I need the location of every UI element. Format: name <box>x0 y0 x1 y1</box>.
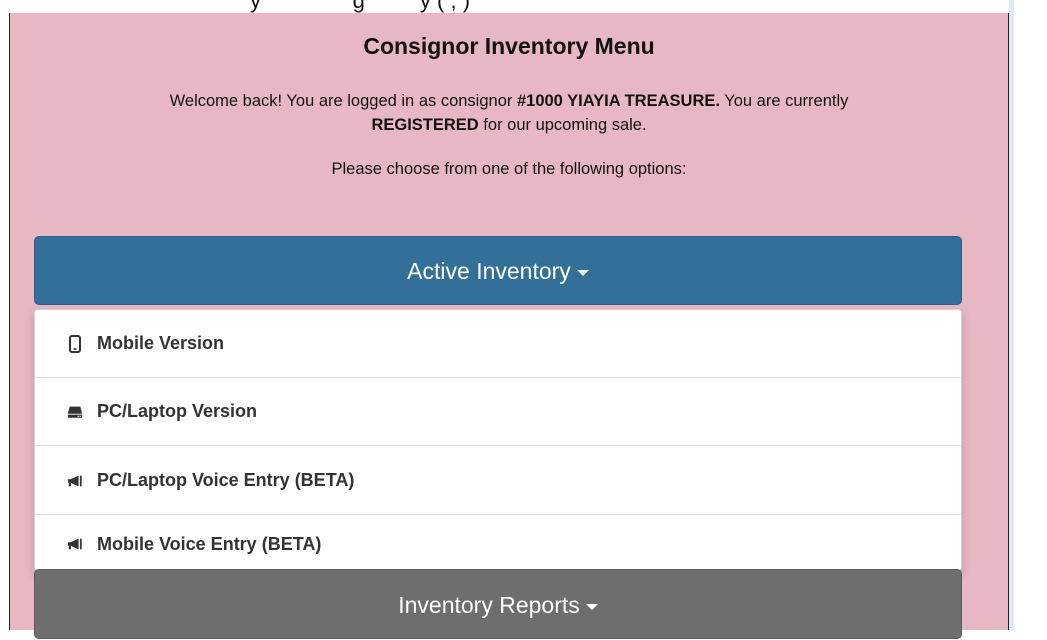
menu-item-label: Mobile Version <box>97 333 225 353</box>
consignor-name: #1000 YIAYIA TREASURE. <box>516 92 720 110</box>
bullhorn-icon <box>67 535 83 553</box>
menu-item-pc-laptop-version[interactable]: PC/Laptop Version <box>35 378 961 446</box>
menu-item-label: PC/Laptop Voice Entry (BETA) <box>97 470 355 490</box>
welcome-message: Welcome back! You are logged in as consi… <box>50 89 968 137</box>
choose-prompt: Please choose from one of the following … <box>331 160 687 178</box>
menu-item-mobile-version[interactable]: Mobile Version <box>35 310 961 378</box>
registration-status: REGISTERED <box>371 116 479 134</box>
window-edge <box>1009 0 1014 630</box>
active-inventory-label: Active Inventory <box>407 258 571 284</box>
inventory-reports-button[interactable]: Inventory Reports <box>34 569 962 639</box>
welcome-middle: You are currently <box>719 92 849 110</box>
cropped-top-text-content: y g y ( , ) <box>250 0 471 13</box>
active-inventory-dropdown: Mobile Version PC/Laptop Version PC/Lapt… <box>34 309 962 571</box>
inventory-reports-label: Inventory Reports <box>398 592 580 618</box>
page-title: Consignor Inventory Menu <box>363 33 655 59</box>
consignor-menu-panel: Consignor Inventory Menu Welcome back! Y… <box>9 13 1009 639</box>
menu-item-pc-laptop-voice-entry[interactable]: PC/Laptop Voice Entry (BETA) <box>35 447 961 515</box>
caret-down-icon <box>576 269 589 276</box>
menu-item-mobile-voice-entry[interactable]: Mobile Voice Entry (BETA) <box>35 516 961 570</box>
cropped-top-text: y g y ( , ) <box>0 0 1047 14</box>
laptop-icon <box>67 403 83 421</box>
bullhorn-icon <box>67 472 83 490</box>
welcome-prefix: Welcome back! You are logged in as consi… <box>169 92 517 110</box>
welcome-suffix: for our upcoming sale. <box>478 116 647 134</box>
mobile-phone-icon <box>67 334 83 353</box>
active-inventory-button[interactable]: Active Inventory <box>34 236 962 305</box>
caret-down-icon <box>585 603 598 610</box>
menu-item-label: PC/Laptop Version <box>97 401 258 421</box>
menu-item-label: Mobile Voice Entry (BETA) <box>97 533 322 554</box>
